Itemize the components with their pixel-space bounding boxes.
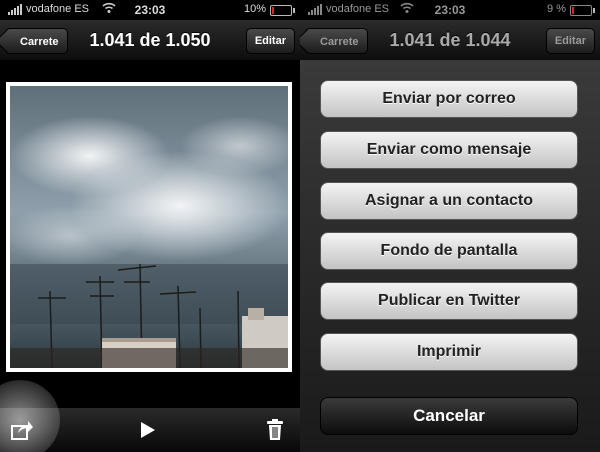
action-sheet: Enviar por correo Enviar como mensaje As… <box>300 60 600 452</box>
nav-bar: Carrete 1.041 de 1.050 Editar <box>0 20 300 61</box>
share-sheet-screen: vodafone ES 23:03 9 % Carrete 1.041 de 1… <box>300 0 600 452</box>
battery-percent: 9 % <box>547 3 566 15</box>
battery-percent: 10% <box>243 3 266 15</box>
back-button[interactable]: Carrete <box>5 28 68 54</box>
assign-contact-button[interactable]: Asignar a un contacto <box>320 182 578 220</box>
email-button[interactable]: Enviar por correo <box>320 80 578 118</box>
status-bar: vodafone ES 23:03 9 % <box>300 0 600 20</box>
message-button[interactable]: Enviar como mensaje <box>320 131 578 169</box>
photo-viewer-screen: vodafone ES 23:03 10% Carrete 1.041 de 1… <box>0 0 300 452</box>
page-title: 1.041 de 1.044 <box>389 30 511 50</box>
play-icon[interactable] <box>141 422 155 438</box>
battery-icon <box>570 5 595 16</box>
photo[interactable] <box>6 82 292 372</box>
page-title: 1.041 de 1.050 <box>89 30 211 50</box>
trash-icon[interactable] <box>266 419 284 441</box>
battery-icon <box>270 5 295 16</box>
wallpaper-button[interactable]: Fondo de pantalla <box>320 232 578 270</box>
cancel-button[interactable]: Cancelar <box>320 397 578 435</box>
nav-bar: Carrete 1.041 de 1.044 Editar <box>300 20 600 61</box>
print-button[interactable]: Imprimir <box>320 333 578 371</box>
twitter-button[interactable]: Publicar en Twitter <box>320 282 578 320</box>
touch-highlight <box>0 380 60 452</box>
photo-image <box>10 86 288 368</box>
back-button[interactable]: Carrete <box>305 28 368 54</box>
status-bar: vodafone ES 23:03 10% <box>0 0 300 20</box>
edit-button[interactable]: Editar <box>545 28 595 54</box>
edit-button[interactable]: Editar <box>245 28 295 54</box>
